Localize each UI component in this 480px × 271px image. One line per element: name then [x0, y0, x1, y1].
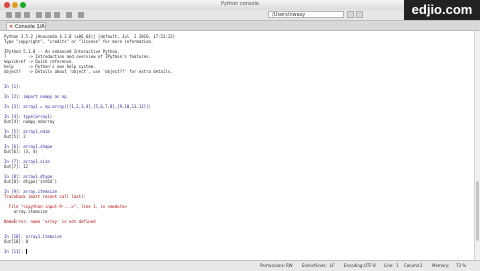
console-line: In [3]: array1 = np.array([[1,2,3,4],[5,…	[4, 104, 151, 109]
ipython-console[interactable]: Python 3.5.2 |Anaconda 4.2.0 (x86_64)| (…	[0, 31, 474, 260]
working-directory-input[interactable]: /Users/nwasy	[268, 11, 344, 18]
step-icon[interactable]	[54, 12, 60, 18]
console-tab-bar: ✕ Console 1/A	[0, 21, 480, 31]
console-line: Out[7]: 12	[4, 164, 29, 169]
status-bar: Permissions: RW End-of-lines: LF Encodin…	[0, 260, 480, 271]
console-line: Type "copyright", "credits" or "license"…	[4, 39, 154, 44]
scrollbar-thumb[interactable]	[476, 181, 479, 241]
new-file-icon[interactable]	[6, 12, 12, 18]
console-line: Out[8]: dtype('int64')	[4, 179, 57, 184]
console-line: Out[6]: (3, 4)	[4, 149, 38, 154]
console-line: Out[5]: 2	[4, 134, 26, 139]
console-line: In [1]:	[4, 84, 21, 89]
text-cursor	[25, 249, 27, 254]
tab-console-1[interactable]: ✕ Console 1/A	[6, 22, 46, 30]
console-scrollbar[interactable]	[474, 31, 480, 260]
parent-folder-button[interactable]	[356, 11, 363, 18]
settings-icon[interactable]	[78, 12, 84, 18]
run-icon[interactable]	[36, 12, 42, 18]
stop-icon[interactable]	[66, 12, 72, 18]
console-line: Out[10]: 8	[4, 239, 29, 244]
app-window: Python console /Users/nwasy edjio.com ✕ …	[0, 0, 480, 271]
console-line: array.itemsize	[4, 209, 48, 214]
edjio-logo: edjio.com	[404, 0, 480, 20]
console-line: In [2]: import numpy as np	[4, 94, 67, 99]
open-file-icon[interactable]	[15, 12, 21, 18]
console-line: Traceback (most recent call last):	[4, 194, 86, 199]
close-tab-icon[interactable]: ✕	[9, 23, 13, 31]
debug-icon[interactable]	[45, 12, 51, 18]
console-line: NameError: name 'array' is not defined	[4, 219, 96, 224]
console-line: object? -> Details about 'object', use '…	[4, 69, 173, 74]
save-icon[interactable]	[24, 12, 30, 18]
tab-label: Console 1/A	[15, 24, 45, 30]
console-line: In [11]:	[4, 249, 27, 254]
console-line: Out[4]: numpy.ndarray	[4, 119, 55, 124]
browse-folder-button[interactable]	[347, 11, 354, 18]
